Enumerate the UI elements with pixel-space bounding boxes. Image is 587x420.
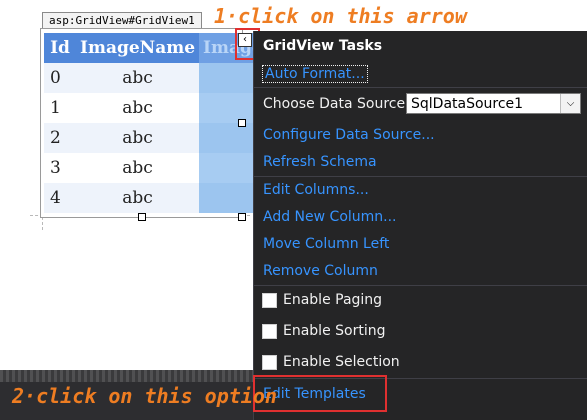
- cell-id: 3: [44, 153, 76, 183]
- cell-imagename: abc: [76, 153, 200, 183]
- enable-paging-checkbox[interactable]: [262, 293, 277, 308]
- cell-imagename: abc: [76, 123, 200, 153]
- table-row: 0 abc: [44, 63, 267, 93]
- resize-handle-corner[interactable]: [238, 213, 246, 221]
- column-header-imagename: ImageName: [76, 33, 200, 63]
- table-row: 3 abc: [44, 153, 267, 183]
- divider: [254, 285, 587, 286]
- add-new-column-link[interactable]: Add New Column...: [263, 209, 397, 225]
- cell-imagename: abc: [76, 93, 200, 123]
- gridview-tasks-panel: GridView Tasks Auto Format... Choose Dat…: [253, 31, 587, 420]
- divider: [254, 176, 587, 177]
- data-source-select[interactable]: SqlDataSource1 ⌵: [406, 93, 581, 114]
- cell-imagename: abc: [76, 183, 200, 213]
- cell-id: 2: [44, 123, 76, 153]
- resize-handle-bottom[interactable]: [138, 213, 146, 221]
- auto-format-link[interactable]: Auto Format...: [262, 65, 368, 83]
- table-row: 2 abc: [44, 123, 267, 153]
- column-header-id: Id: [44, 33, 76, 63]
- data-source-value: SqlDataSource1: [411, 96, 524, 112]
- enable-selection-label: Enable Selection: [283, 354, 400, 370]
- auto-format-label: Auto Format...: [262, 65, 368, 83]
- cell-imagename: abc: [76, 63, 200, 93]
- cell-id: 0: [44, 63, 76, 93]
- enable-sorting-label: Enable Sorting: [283, 323, 386, 339]
- table-row: 1 abc: [44, 93, 267, 123]
- chevron-down-icon[interactable]: ⌵: [560, 94, 580, 113]
- cell-id: 4: [44, 183, 76, 213]
- cell-id: 1: [44, 93, 76, 123]
- enable-selection-checkbox[interactable]: [262, 355, 277, 370]
- edit-columns-link[interactable]: Edit Columns...: [263, 182, 369, 198]
- divider: [254, 87, 587, 88]
- tasks-panel-title: GridView Tasks: [263, 38, 383, 54]
- annotation-step2-text: 2·click on this option: [12, 384, 277, 408]
- resize-handle-right[interactable]: [238, 119, 246, 127]
- refresh-schema-link[interactable]: Refresh Schema: [263, 154, 377, 170]
- remove-column-link[interactable]: Remove Column: [263, 263, 378, 279]
- move-column-left-link[interactable]: Move Column Left: [263, 236, 389, 252]
- configure-data-source-link[interactable]: Configure Data Source...: [263, 127, 435, 143]
- gridview-table[interactable]: Id ImageName Image 0 abc 1 abc 2 abc 3 a…: [44, 33, 267, 213]
- enable-paging-label: Enable Paging: [283, 292, 383, 308]
- annotation-step1-text: 1·click on this arrow: [214, 4, 467, 28]
- choose-data-source-label: Choose Data Source:: [263, 96, 410, 112]
- gridview-designer-tag: asp:GridView#GridView1: [42, 12, 202, 28]
- enable-sorting-checkbox[interactable]: [262, 324, 277, 339]
- table-row: 4 abc: [44, 183, 267, 213]
